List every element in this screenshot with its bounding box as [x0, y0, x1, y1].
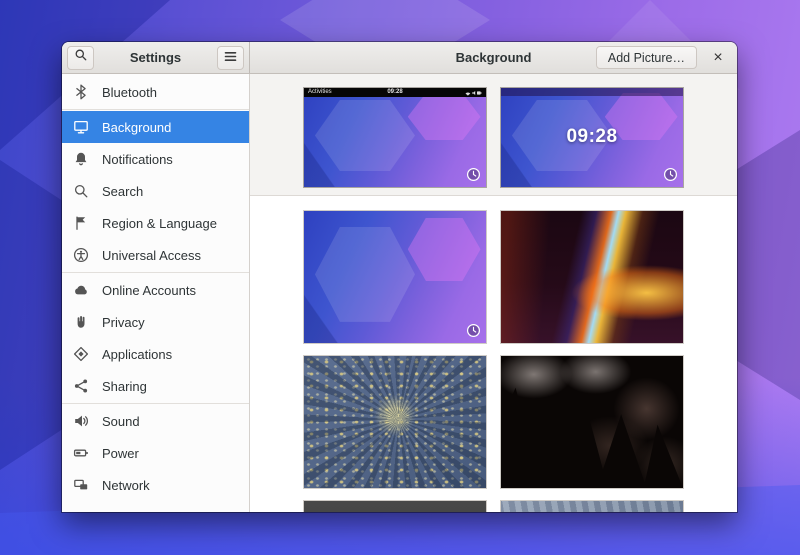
header-left: Settings — [62, 42, 250, 74]
speaker-icon — [73, 413, 89, 429]
lock-screen-top-strip — [501, 88, 683, 96]
sidebar-item-region-language[interactable]: Region & Language — [62, 207, 249, 239]
sidebar-item-label: Search — [102, 184, 238, 199]
wallpaper-tile-blue-gray-texture[interactable] — [500, 500, 684, 512]
sidebar-item-bluetooth[interactable]: Bluetooth — [62, 76, 249, 108]
sidebar-item-background[interactable]: Background — [62, 111, 249, 143]
clock-badge-icon — [663, 167, 678, 182]
bell-icon — [73, 151, 89, 167]
header-right: Background Add Picture… × — [250, 42, 737, 74]
clock-badge-icon — [466, 323, 481, 338]
applications-icon — [73, 346, 89, 362]
hamburger-icon — [224, 49, 237, 67]
sidebar-item-label: Notifications — [102, 152, 238, 167]
sidebar-item-online-accounts[interactable]: Online Accounts — [62, 274, 249, 306]
desktop-wallpaper: Settings Background Add Picture… × Bluet… — [0, 0, 800, 555]
sidebar-item-sound[interactable]: Sound — [62, 405, 249, 437]
sidebar-item-universal-access[interactable]: Universal Access — [62, 239, 249, 271]
sidebar-item-label: Bluetooth — [102, 85, 238, 100]
header-bar: Settings Background Add Picture… × — [62, 42, 737, 74]
chevron-right-icon: › — [233, 510, 238, 513]
sidebar-item-label: Power — [102, 446, 238, 461]
hand-icon — [73, 314, 89, 330]
preview-clock-label: 09:28 — [304, 88, 486, 97]
sidebar-item-label: Background — [102, 120, 238, 135]
devices-icon — [73, 509, 89, 512]
lock-screen-time: 09:28 — [566, 126, 617, 148]
cloud-icon — [73, 282, 89, 298]
sidebar-item-privacy[interactable]: Privacy — [62, 306, 249, 338]
sidebar-item-label: Applications — [102, 347, 238, 362]
wallpaper-tile-dark-gray-texture[interactable] — [303, 500, 487, 512]
wallpaper-tile-blue-hexagons-timed[interactable] — [303, 210, 487, 344]
content-area: Activities 09:28 09:28 — [250, 74, 737, 512]
sidebar-item-label: Privacy — [102, 315, 238, 330]
sidebar-list: Bluetooth Background Notifications Search Re… — [62, 76, 249, 512]
sidebar-separator — [62, 272, 249, 273]
sidebar-item-network[interactable]: Network — [62, 469, 249, 501]
wallpaper-tile-dark-light-streaks[interactable] — [500, 210, 684, 344]
sidebar-item-label: Sharing — [102, 379, 238, 394]
window-body: Bluetooth Background Notifications Search Re… — [62, 74, 737, 512]
close-button[interactable]: × — [707, 47, 729, 69]
sidebar-item-label: Region & Language — [102, 216, 238, 231]
flag-icon — [73, 215, 89, 231]
settings-window: Settings Background Add Picture… × Bluet… — [62, 42, 737, 512]
app-title: Settings — [94, 50, 217, 65]
preview-section: Activities 09:28 09:28 — [250, 74, 737, 196]
accessibility-icon — [73, 247, 89, 263]
sidebar-item-devices[interactable]: Devices › — [62, 501, 249, 512]
sidebar-item-label: Devices — [102, 510, 220, 513]
lock-screen-preview[interactable]: 09:28 — [500, 87, 684, 188]
clock-badge-icon — [466, 167, 481, 182]
bluetooth-icon — [73, 84, 89, 100]
search-icon — [74, 48, 88, 67]
network-icon — [73, 477, 89, 493]
search-button[interactable] — [67, 46, 94, 70]
wallpaper-tile-dark-leaves[interactable] — [500, 355, 684, 489]
share-icon — [73, 378, 89, 394]
sidebar-item-label: Sound — [102, 414, 238, 429]
sidebar-separator — [62, 109, 249, 110]
preview-topbar: Activities 09:28 — [304, 88, 486, 97]
desktop-background-preview[interactable]: Activities 09:28 — [303, 87, 487, 188]
add-picture-button[interactable]: Add Picture… — [596, 46, 697, 69]
menu-button[interactable] — [217, 46, 244, 70]
sidebar-item-label: Universal Access — [102, 248, 238, 263]
sidebar-item-search[interactable]: Search — [62, 175, 249, 207]
close-icon: × — [713, 49, 722, 67]
sidebar-item-label: Online Accounts — [102, 283, 238, 298]
sidebar: Bluetooth Background Notifications Search Re… — [62, 74, 250, 512]
display-icon — [73, 119, 89, 135]
sidebar-item-label: Network — [102, 478, 238, 493]
battery-icon — [73, 445, 89, 461]
search-icon — [73, 183, 89, 199]
wallpaper-grid — [250, 196, 737, 512]
sidebar-item-sharing[interactable]: Sharing — [62, 370, 249, 402]
wallpaper-tile-forest-aerial[interactable] — [303, 355, 487, 489]
sidebar-separator — [62, 403, 249, 404]
sidebar-item-notifications[interactable]: Notifications — [62, 143, 249, 175]
sidebar-item-applications[interactable]: Applications — [62, 338, 249, 370]
sidebar-item-power[interactable]: Power — [62, 437, 249, 469]
